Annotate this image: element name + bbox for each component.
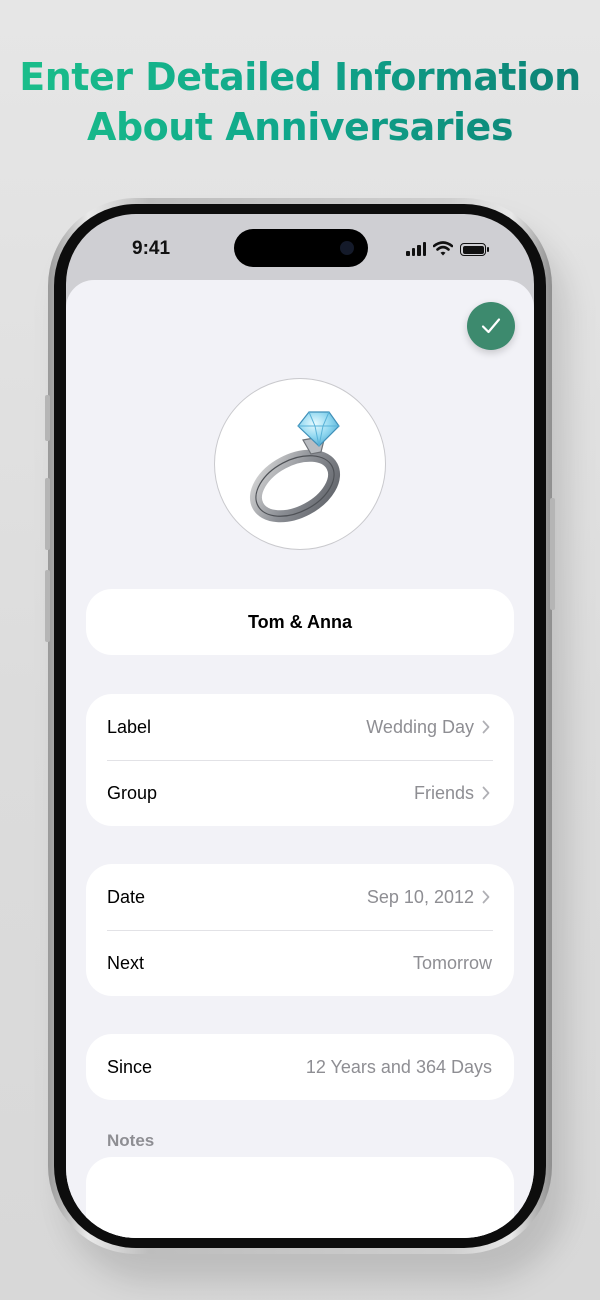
name-field[interactable]: Tom & Anna [86,589,514,655]
wifi-icon [433,241,453,256]
status-icons [406,240,489,256]
edit-sheet: Tom & Anna Label Wedding Day Group Frien… [66,280,534,1238]
date-row-value: Sep 10, 2012 [366,886,474,907]
volume-down-button [45,570,50,642]
date-section: Date Sep 10, 2012 Next Tomorrow [86,864,514,996]
group-row-label: Group [107,782,158,803]
anniversary-icon-picker[interactable] [214,378,386,550]
checkmark-icon [481,318,501,334]
chevron-right-icon [482,786,492,800]
date-row[interactable]: Date Sep 10, 2012 [86,864,514,930]
headline-line-1: Enter Detailed Information [19,55,581,99]
label-row-value: Wedding Day [366,716,474,737]
save-checkmark-button[interactable] [467,302,515,350]
battery-icon [460,243,489,256]
since-row-label: Since [107,1056,153,1077]
diamond-ring-icon [249,411,341,523]
notes-field[interactable] [86,1157,514,1238]
dynamic-island [234,229,368,267]
notes-title: Notes [107,1131,155,1150]
chevron-right-icon [482,720,492,734]
date-row-label: Date [107,886,146,907]
volume-up-button [45,478,50,550]
chevron-right-icon [482,890,492,904]
anniversary-name: Tom & Anna [248,611,352,632]
group-row-value: Friends [413,782,474,803]
camera-icon [340,241,354,255]
group-row[interactable]: Group Friends [86,760,514,826]
since-section: Since 12 Years and 364 Days [86,1034,514,1100]
since-row: Since 12 Years and 364 Days [86,1034,514,1100]
label-group-section: Label Wedding Day Group Friends [86,694,514,826]
power-button [550,498,555,610]
headline: Enter Detailed Information About Anniver… [0,52,600,152]
mute-switch [45,395,50,441]
next-row-label: Next [107,952,145,973]
label-row-label: Label [107,716,152,737]
cellular-signal-icon [406,242,426,256]
next-row: Next Tomorrow [86,930,514,996]
since-row-value: 12 Years and 364 Days [305,1056,492,1077]
status-time: 9:41 [132,238,171,259]
label-row[interactable]: Label Wedding Day [86,694,514,760]
phone-screen: 9:41 Tom & Anna Label Wedding Day Group … [66,214,534,1238]
headline-line-2: About Anniversaries [87,105,513,149]
next-row-value: Tomorrow [412,952,492,973]
